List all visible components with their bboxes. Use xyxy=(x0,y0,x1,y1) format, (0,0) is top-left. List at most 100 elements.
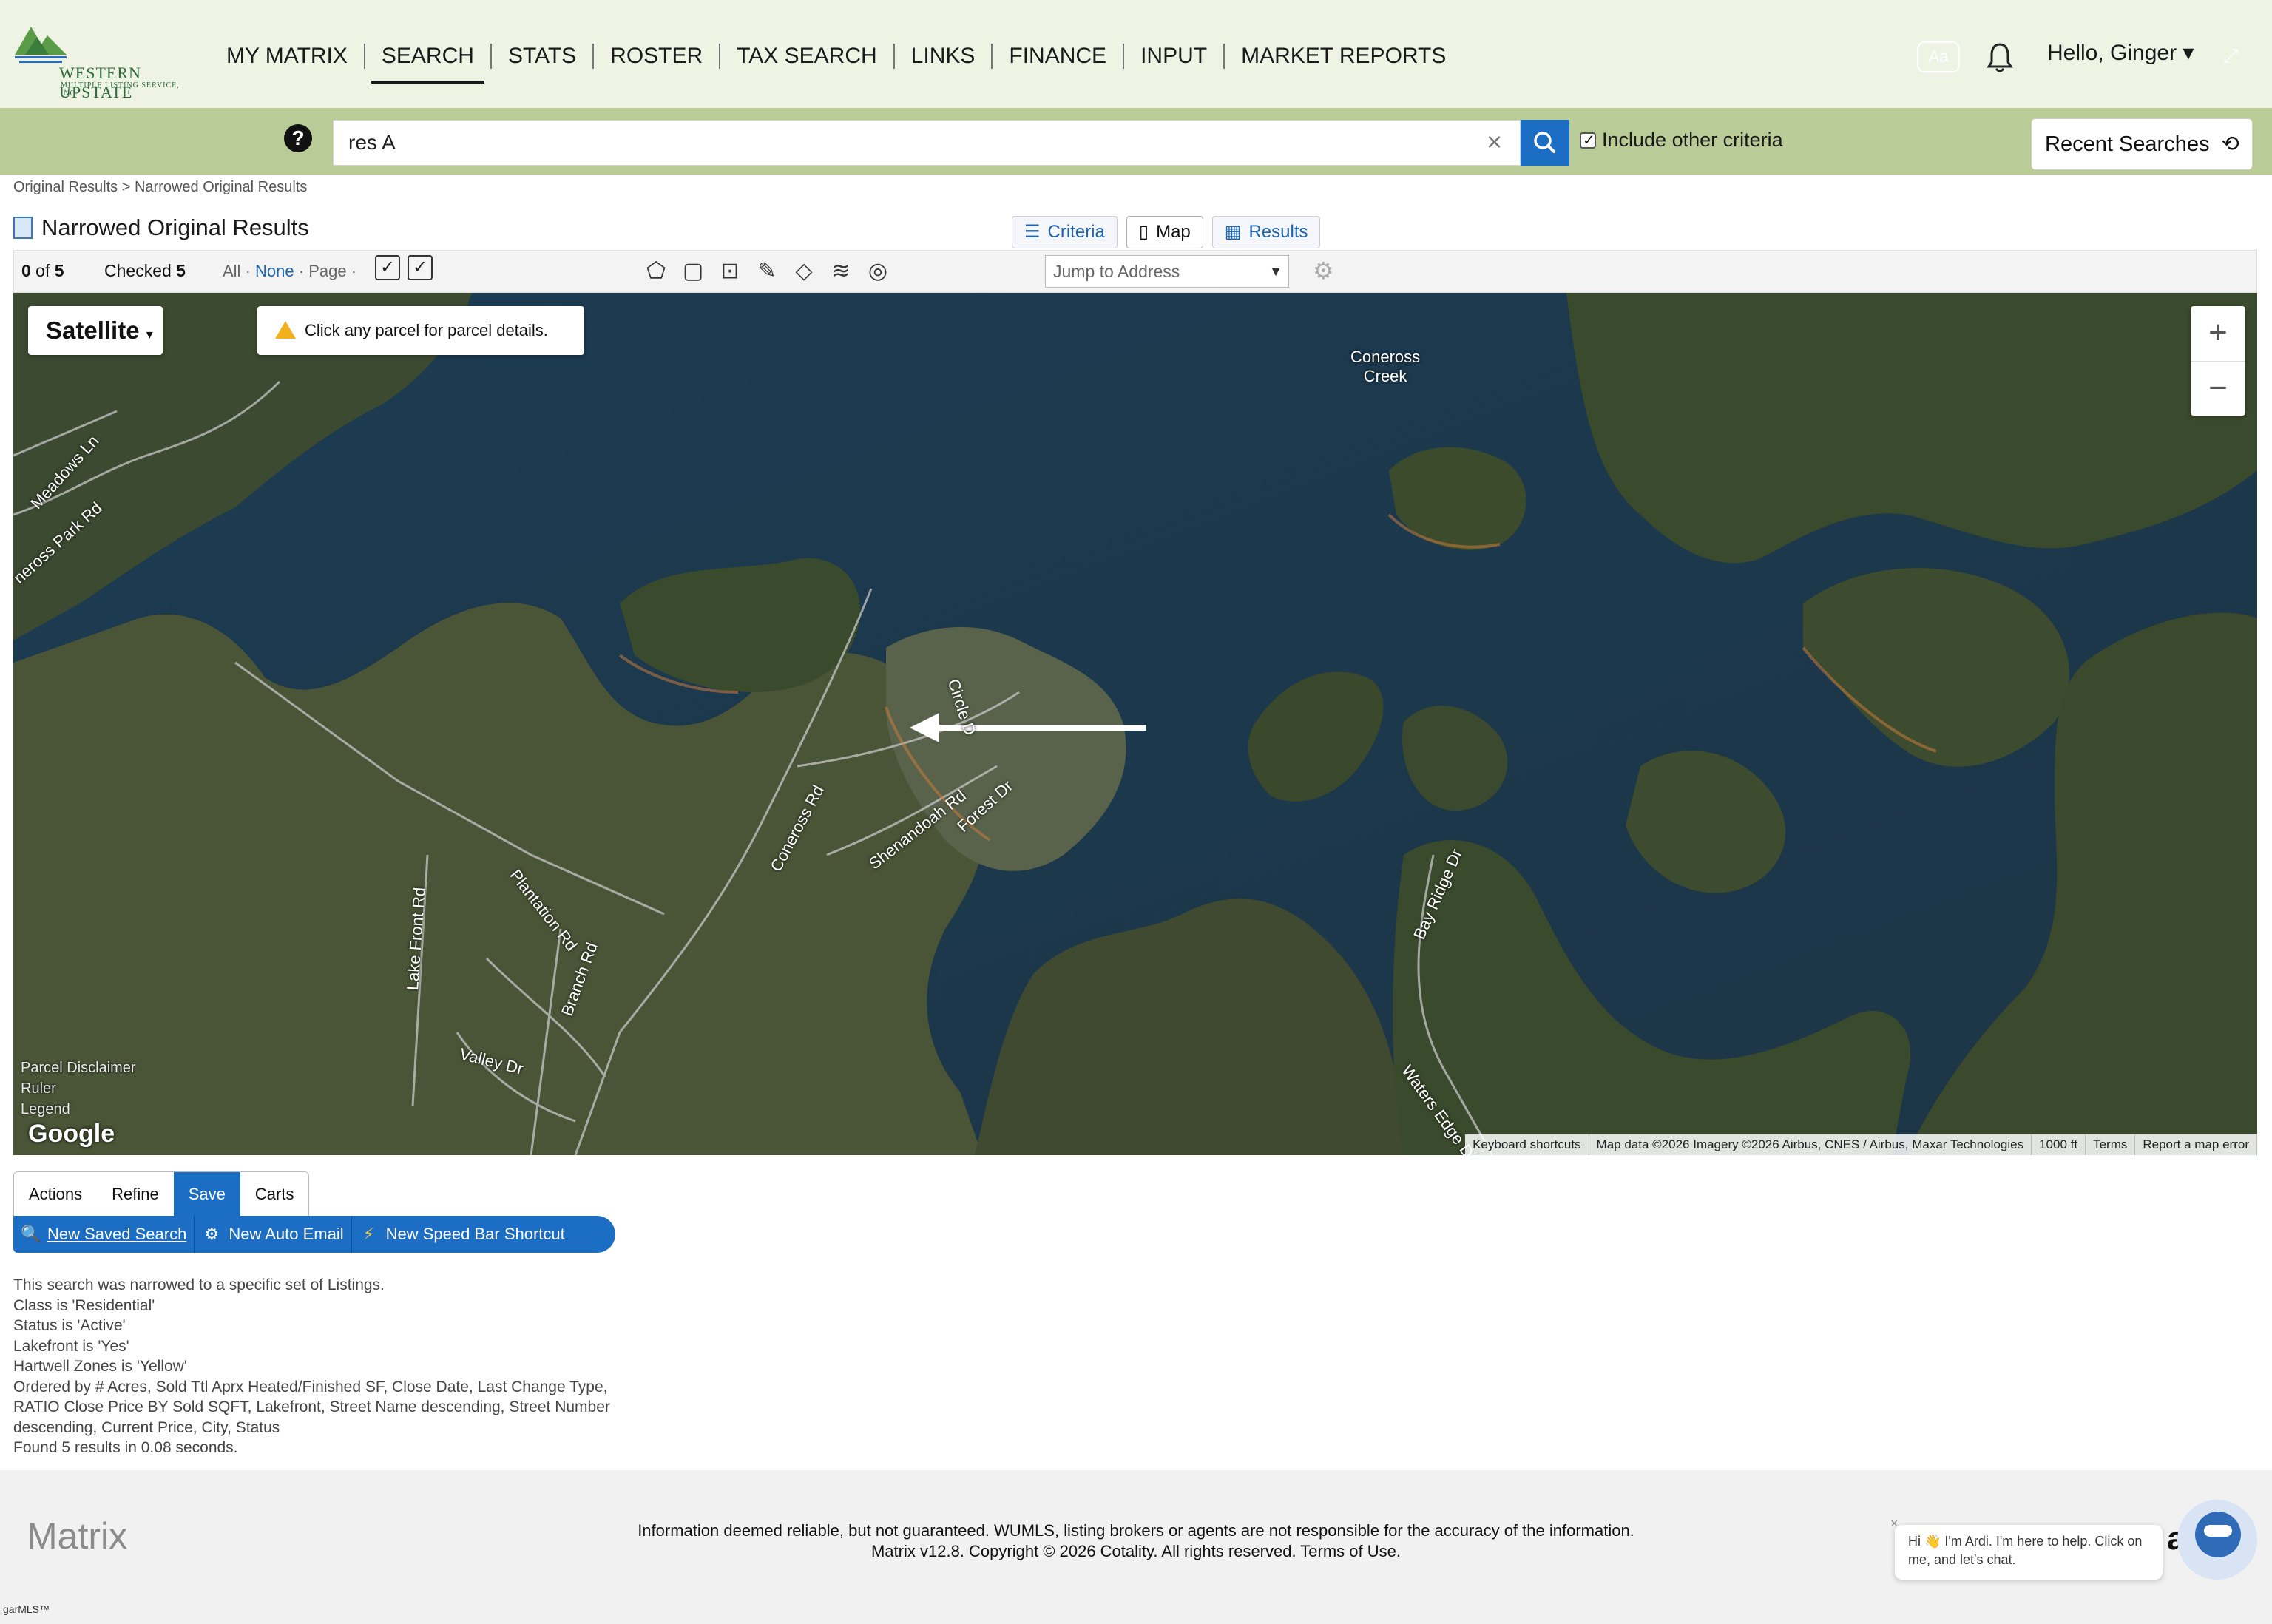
select-links: All · None · Page · xyxy=(223,262,356,281)
nav-links[interactable]: LINKS xyxy=(895,44,993,69)
lightning-icon: ⚡ xyxy=(362,1225,375,1243)
tab-refine[interactable]: Refine xyxy=(97,1172,174,1217)
eraser-tool-icon[interactable]: ◇ xyxy=(789,257,819,286)
sliders-icon: ☰ xyxy=(1024,222,1041,242)
expand-icon[interactable]: ⤢ xyxy=(2223,44,2248,70)
select-page-link[interactable]: Page xyxy=(308,262,346,280)
jump-to-address-text: Jump to Address xyxy=(1053,262,1180,281)
selected-number: 0 xyxy=(21,261,31,280)
search-button[interactable] xyxy=(1521,120,1569,166)
checked-count: Checked 5 xyxy=(104,261,186,281)
criteria-line: Status is 'Active' xyxy=(13,1317,126,1334)
grid-icon: ▦ xyxy=(1224,222,1242,242)
user-menu[interactable]: Hello, Ginger ▾ xyxy=(2047,40,2194,66)
select-all-link[interactable]: All xyxy=(223,262,240,280)
nav-stats[interactable]: STATS xyxy=(492,44,595,69)
separator: · xyxy=(298,262,305,280)
check-visible-icon[interactable]: ✓ xyxy=(408,255,433,280)
radius-tool-icon[interactable]: ⊡ xyxy=(715,257,745,286)
speed-bar: ? × Include other criteria Recent Search… xyxy=(0,108,2272,175)
map-draw-tools: ⬠ ▢ ⊡ ✎ ◇ ≋ ◎ xyxy=(641,257,900,286)
checked-label: Checked xyxy=(104,261,172,280)
layers-icon[interactable]: ≋ xyxy=(826,257,856,286)
nav-finance[interactable]: FINANCE xyxy=(993,44,1125,69)
criteria-line: Found 5 results in 0.08 seconds. xyxy=(13,1439,238,1456)
new-auto-email-button[interactable]: ⚙ New Auto Email xyxy=(195,1216,352,1253)
logo-subtitle: MULTIPLE LISTING SERVICE, INC. xyxy=(61,81,180,98)
pencil-tool-icon[interactable]: ✎ xyxy=(752,257,782,286)
tab-actions[interactable]: Actions xyxy=(14,1172,98,1217)
polygon-tool-icon[interactable]: ⬠ xyxy=(641,257,671,286)
map-type-dropdown[interactable]: Satellite ▾ xyxy=(28,306,163,355)
main-nav: MY MATRIX SEARCH STATS ROSTER TAX SEARCH… xyxy=(210,40,1462,84)
include-other-label: Include other criteria xyxy=(1602,129,1783,151)
results-toolbar: 0 of 5 Checked 5 All · None · Page · ✓ ✓… xyxy=(13,250,2257,293)
map-view[interactable]: Satellite ▾ Click any parcel for parcel … xyxy=(13,293,2257,1155)
tab-map[interactable]: ▯ Map xyxy=(1126,216,1203,248)
zoom-in-button[interactable]: + xyxy=(2191,306,2245,361)
chat-avatar[interactable] xyxy=(2177,1500,2257,1580)
tab-carts[interactable]: Carts xyxy=(240,1172,309,1217)
gear-icon[interactable]: ⚙ xyxy=(1313,257,1334,285)
help-icon[interactable]: ? xyxy=(284,124,312,152)
footer: Matrix Information deemed reliable, but … xyxy=(0,1470,2272,1624)
report-map-error-link[interactable]: Report a map error xyxy=(2135,1134,2257,1155)
parcel-hint-text: Click any parcel for parcel details. xyxy=(305,321,548,339)
tab-criteria-label: Criteria xyxy=(1047,222,1105,242)
tab-results[interactable]: ▦ Results xyxy=(1211,216,1321,248)
of-text: of xyxy=(30,261,55,280)
terms-link[interactable]: Terms xyxy=(2086,1134,2136,1155)
criteria-line: RATIO Close Price BY Sold SQFT, Lakefron… xyxy=(13,1398,610,1415)
action-tabs: Actions Refine Save Carts xyxy=(13,1171,310,1217)
include-other-criteria[interactable]: Include other criteria xyxy=(1580,129,1783,152)
nav-market-reports[interactable]: MARKET REPORTS xyxy=(1225,44,1462,69)
lake-label: Coneross Creek xyxy=(1350,348,1421,385)
search-input[interactable] xyxy=(333,120,1521,166)
text-size-button[interactable]: Aa xyxy=(1917,41,1960,72)
check-all-icon[interactable]: ✓ xyxy=(375,255,400,280)
locate-icon[interactable]: ◎ xyxy=(863,257,893,286)
new-speed-bar-shortcut-label: New Speed Bar Shortcut xyxy=(385,1225,565,1243)
recent-searches-button[interactable]: Recent Searches ⟲ xyxy=(2031,118,2253,170)
criteria-line: Lakefront is 'Yes' xyxy=(13,1337,129,1355)
total-number: 5 xyxy=(54,261,64,280)
new-saved-search-button[interactable]: 🔍 New Saved Search xyxy=(13,1216,195,1253)
page-title-row: Narrowed Original Results xyxy=(13,214,309,241)
history-icon: ⟲ xyxy=(2221,132,2239,156)
ruler-link[interactable]: Ruler xyxy=(21,1078,136,1099)
map-scale[interactable]: 1000 ft xyxy=(2032,1134,2086,1155)
criteria-line: Hartwell Zones is 'Yellow' xyxy=(13,1358,187,1375)
include-other-checkbox[interactable] xyxy=(1580,131,1596,149)
criteria-line: This search was narrowed to a specific s… xyxy=(13,1276,385,1293)
separator: · xyxy=(245,262,251,280)
new-speed-bar-shortcut-button[interactable]: ⚡ New Speed Bar Shortcut xyxy=(352,1216,572,1253)
jump-to-address-select[interactable]: Jump to Address ▼ xyxy=(1045,255,1289,288)
keyboard-shortcuts-link[interactable]: Keyboard shortcuts xyxy=(1465,1134,1589,1155)
nav-input[interactable]: INPUT xyxy=(1124,44,1225,69)
tab-save[interactable]: Save xyxy=(173,1172,240,1217)
nav-search[interactable]: SEARCH xyxy=(365,44,492,84)
nav-roster[interactable]: ROSTER xyxy=(594,44,721,69)
parcel-disclaimer-link[interactable]: Parcel Disclaimer xyxy=(21,1058,136,1078)
map-attribution: Keyboard shortcuts Map data ©2026 Imager… xyxy=(1465,1134,2257,1155)
search-icon xyxy=(1534,132,1555,153)
nav-tax-search[interactable]: TAX SEARCH xyxy=(720,44,895,69)
legend-link[interactable]: Legend xyxy=(21,1099,136,1120)
bell-icon[interactable] xyxy=(1985,41,2015,74)
clear-search-icon[interactable]: × xyxy=(1487,127,1502,157)
rectangle-tool-icon[interactable]: ▢ xyxy=(678,257,708,286)
nav-my-matrix[interactable]: MY MATRIX xyxy=(210,44,365,69)
breadcrumb[interactable]: Original Results > Narrowed Original Res… xyxy=(13,179,307,196)
selected-count: 0 of 5 xyxy=(21,261,64,281)
check-actions: ✓ ✓ xyxy=(375,255,440,280)
tab-criteria[interactable]: ☰ Criteria xyxy=(1012,216,1118,248)
zoom-out-button[interactable]: − xyxy=(2191,361,2245,416)
auto-email-icon: ⚙ xyxy=(204,1225,220,1243)
wumls-logo[interactable]: WESTERN UPSTATE MULTIPLE LISTING SERVICE… xyxy=(15,22,192,101)
tab-map-label: Map xyxy=(1156,222,1191,242)
tab-results-label: Results xyxy=(1248,222,1308,242)
new-auto-email-label: New Auto Email xyxy=(229,1225,344,1243)
chat-bubble[interactable]: Hi 👋 I'm Ardi. I'm here to help. Click o… xyxy=(1895,1525,2163,1580)
criteria-line: Class is 'Residential' xyxy=(13,1296,155,1314)
select-none-link[interactable]: None xyxy=(255,262,294,280)
